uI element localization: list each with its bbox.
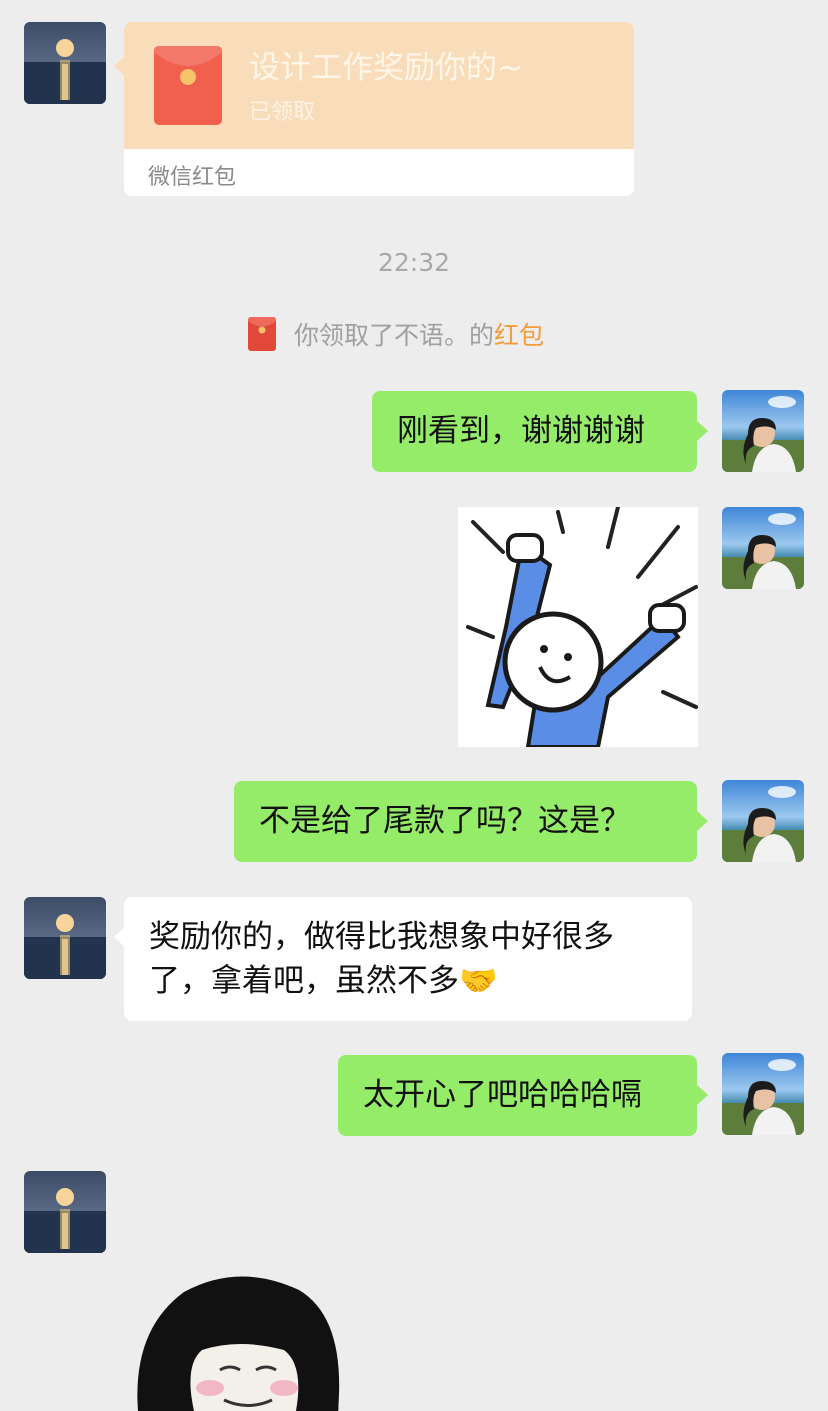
my-avatar[interactable]: [722, 780, 804, 862]
my-avatar[interactable]: [722, 1053, 804, 1135]
my-avatar[interactable]: [722, 507, 804, 589]
message-text: 太开心了吧哈哈哈嗝: [363, 1077, 642, 1113]
red-packet-card[interactable]: 设计工作奖励你的~ 已领取 微信红包: [124, 22, 634, 196]
cheering-stick-figure-sticker[interactable]: [458, 507, 698, 747]
message-text: 不是给了尾款了吗？这是？: [259, 803, 631, 839]
red-packet-title: 设计工作奖励你的~: [249, 50, 523, 86]
red-packet-link[interactable]: 红包: [494, 316, 544, 352]
message-text-line: 了，拿着吧，虽然不多🤝: [149, 963, 498, 999]
red-packet-icon: [248, 317, 276, 351]
contact-avatar[interactable]: [24, 22, 106, 104]
message-text-line: 奖励你的，做得比我想象中好很多: [149, 919, 614, 955]
outgoing-message-bubble[interactable]: 刚看到，谢谢谢谢: [372, 391, 697, 472]
message-text: 刚看到，谢谢谢谢: [397, 413, 645, 449]
my-avatar[interactable]: [722, 390, 804, 472]
mushroom-head-face-sticker[interactable]: [124, 1270, 354, 1411]
incoming-message-bubble[interactable]: 奖励你的，做得比我想象中好很多 了，拿着吧，虽然不多🤝: [124, 897, 692, 1021]
outgoing-message-bubble[interactable]: 不是给了尾款了吗？这是？: [234, 781, 697, 862]
outgoing-message-bubble[interactable]: 太开心了吧哈哈哈嗝: [338, 1055, 697, 1136]
red-envelope-icon: [154, 46, 222, 125]
system-notice: 你领取了不语。的 红包: [248, 316, 544, 352]
chat-timestamp: 22:32: [377, 248, 451, 277]
contact-avatar[interactable]: [24, 897, 106, 979]
contact-avatar[interactable]: [24, 1171, 106, 1253]
red-packet-status: 已领取: [249, 100, 316, 125]
red-packet-label: 微信红包: [148, 165, 237, 190]
system-notice-text: 你领取了不语。的: [294, 321, 495, 350]
